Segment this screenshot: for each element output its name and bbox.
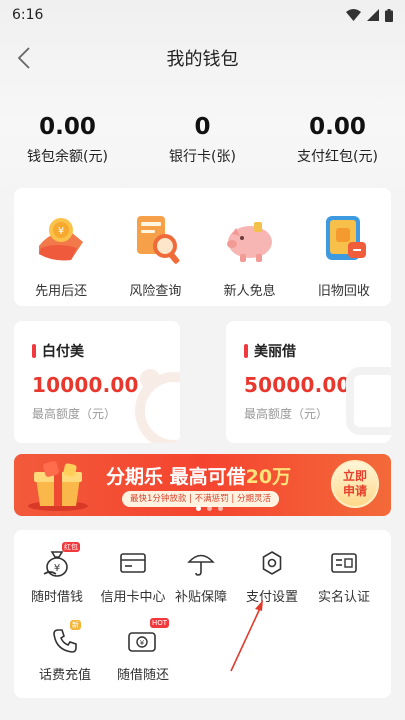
panda-watermark-icon (135, 369, 180, 443)
badge-hot: HOT (150, 618, 170, 628)
svg-text:¥: ¥ (58, 226, 64, 237)
service-label: 支付设置 (245, 590, 298, 605)
wifi-icon (346, 9, 361, 21)
quick-item-pay-later[interactable]: ¥ 先用后还 (14, 208, 108, 306)
apply-now-button[interactable]: 立即 申请 (331, 460, 379, 508)
service-real-name-auth[interactable]: 实名认证 (307, 546, 381, 605)
loan-title: 美丽借 (244, 341, 391, 361)
page-title: 我的钱包 (166, 49, 239, 70)
quick-item-risk-check[interactable]: 风险查询 (108, 208, 202, 306)
loan-title-text: 白付美 (42, 344, 84, 360)
loan-title-marker (244, 344, 248, 358)
service-label: 随时借钱 (30, 590, 83, 605)
stat-label: 钱包余额(元) (27, 149, 108, 165)
stat-red-packet[interactable]: 0.00 支付红包(元) (270, 112, 405, 172)
decoration-watermark-icon (346, 367, 391, 435)
apply-btn-line1: 立即 (342, 469, 367, 483)
banner-title-amount: 20万 (245, 466, 292, 488)
credit-card-icon (120, 553, 146, 573)
quick-item-label: 旧物回收 (317, 284, 370, 299)
stat-balance[interactable]: 0.00 钱包余额(元) (0, 112, 135, 172)
coin-hand-icon: ¥ (39, 218, 84, 261)
status-bar: 6:16 (0, 0, 405, 30)
service-subsidy-protection[interactable]: 补贴保障 (164, 546, 238, 605)
wallet-stats: 0.00 钱包余额(元) 0 银行卡(张) 0.00 支付红包(元) (0, 112, 405, 172)
service-label: 信用卡中心 (100, 590, 166, 605)
piggy-bank-icon (226, 222, 272, 262)
pagination-dot (207, 506, 212, 511)
badge-new: 新 (70, 620, 81, 630)
svg-text:¥: ¥ (54, 563, 60, 574)
banner-title-main: 分期乐 最高可借 (106, 466, 246, 488)
service-label: 实名认证 (317, 590, 370, 605)
status-time: 6:16 (12, 7, 44, 23)
loan-card-meilijie[interactable]: 美丽借 50000.00 最高额度（元） (226, 321, 391, 443)
service-borrow-repay[interactable]: ¥ HOT 随借随还 (106, 618, 180, 683)
banner-subtitle: 最快1分钟放款 | 不满惩罚 | 分期灵活 (122, 491, 279, 507)
nav-bar: 我的钱包 (0, 38, 405, 78)
stat-value: 0.00 (39, 114, 96, 140)
back-button[interactable] (10, 44, 38, 72)
quick-item-new-user-free[interactable]: 新人免息 (203, 208, 297, 306)
gear-icon (262, 551, 282, 575)
battery-icon (385, 8, 393, 22)
services-card: ¥ 红包 随时借钱 信用卡中心 补贴保障 支付设置 实名认证 新 话费充值 ¥ … (14, 530, 391, 698)
money-bag-icon: ¥ (43, 551, 68, 577)
stat-label: 支付红包(元) (297, 149, 378, 165)
banner-title: 分期乐 最高可借20万 (106, 462, 291, 489)
service-phone-top-up[interactable]: 新 话费充值 (28, 620, 102, 683)
umbrella-icon (187, 554, 215, 576)
loan-title-marker (32, 344, 36, 358)
bottom-spacer (0, 705, 405, 720)
signal-icon (367, 9, 379, 21)
quick-item-label: 先用后还 (35, 284, 88, 299)
stat-value: 0 (194, 114, 211, 140)
quick-item-label: 风险查询 (129, 284, 182, 299)
service-credit-card-center[interactable]: 信用卡中心 (96, 546, 170, 605)
stat-label: 银行卡(张) (169, 149, 236, 165)
magnifier-doc-icon (137, 216, 180, 264)
pagination-dot (218, 506, 223, 511)
quick-actions-card: ¥ 先用后还 风险查询 新人免息 旧物回收 (14, 188, 391, 306)
pagination-dot (196, 506, 201, 511)
quick-item-label: 新人免息 (223, 284, 276, 299)
banner-pagination (196, 506, 223, 511)
badge-red-packet: 红包 (62, 542, 80, 552)
gift-box-icon (28, 461, 88, 511)
phone-recycle-icon (325, 216, 366, 260)
quick-item-recycle[interactable]: 旧物回收 (297, 208, 391, 306)
loan-card-baifumei[interactable]: 白付美 10000.00 最高额度（元） (14, 321, 180, 443)
service-borrow-anytime[interactable]: ¥ 红包 随时借钱 (20, 542, 94, 605)
loan-title-text: 美丽借 (254, 344, 296, 360)
service-label: 话费充值 (38, 668, 91, 683)
apply-btn-line2: 申请 (342, 484, 367, 498)
chevron-left-icon (18, 47, 30, 69)
service-label: 补贴保障 (174, 590, 227, 605)
loan-title: 白付美 (32, 341, 180, 361)
service-payment-settings[interactable]: 支付设置 (235, 546, 309, 605)
stat-value: 0.00 (309, 114, 366, 140)
wallet-cash-icon: ¥ (128, 632, 156, 652)
svg-text:¥: ¥ (140, 639, 145, 647)
phone-call-icon (53, 629, 77, 653)
id-card-icon (331, 553, 357, 573)
stat-bank-cards[interactable]: 0 银行卡(张) (135, 112, 270, 172)
service-label: 随借随还 (116, 668, 169, 683)
